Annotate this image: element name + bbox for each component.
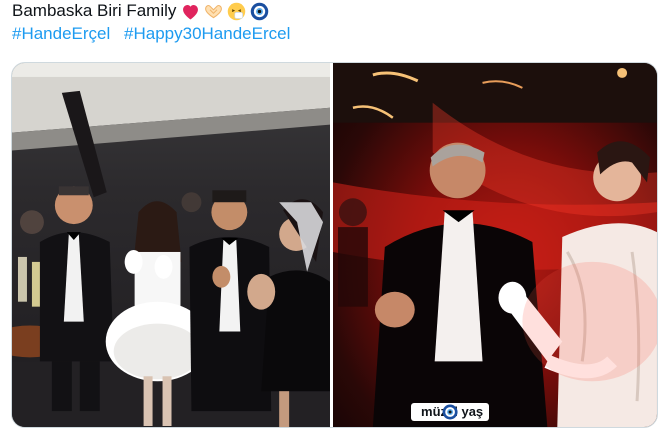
tweet-body-text: Bambaska Biri Family [12,1,177,20]
story-caption-sticker: müzel yaş [411,403,490,421]
sneezing-face-icon [228,2,246,20]
media-grid: müzel yaş [11,62,658,428]
party-photo-right[interactable]: müzel yaş [333,63,657,427]
hashtag-link-happy30handeercel[interactable]: #Happy30HandeErcel [124,24,290,43]
nazar-amulet-icon [251,2,269,20]
hashtag-line: #HandeErçel #Happy30HandeErcel [12,23,652,45]
tweet-first-line: Bambaska Biri Family [12,0,652,22]
tweet-text: Bambaska Biri Family #HandeErçel #Happy3… [12,0,652,45]
party-photo-left-illustration [12,63,331,427]
party-photo-left[interactable] [12,63,331,427]
heart-hands-icon [205,4,223,18]
hashtag-link-handeercel[interactable]: #HandeErçel [12,24,110,43]
party-photo-right-illustration [333,63,657,427]
nazar-amulet-icon [442,404,458,420]
red-heart-icon [183,4,199,19]
